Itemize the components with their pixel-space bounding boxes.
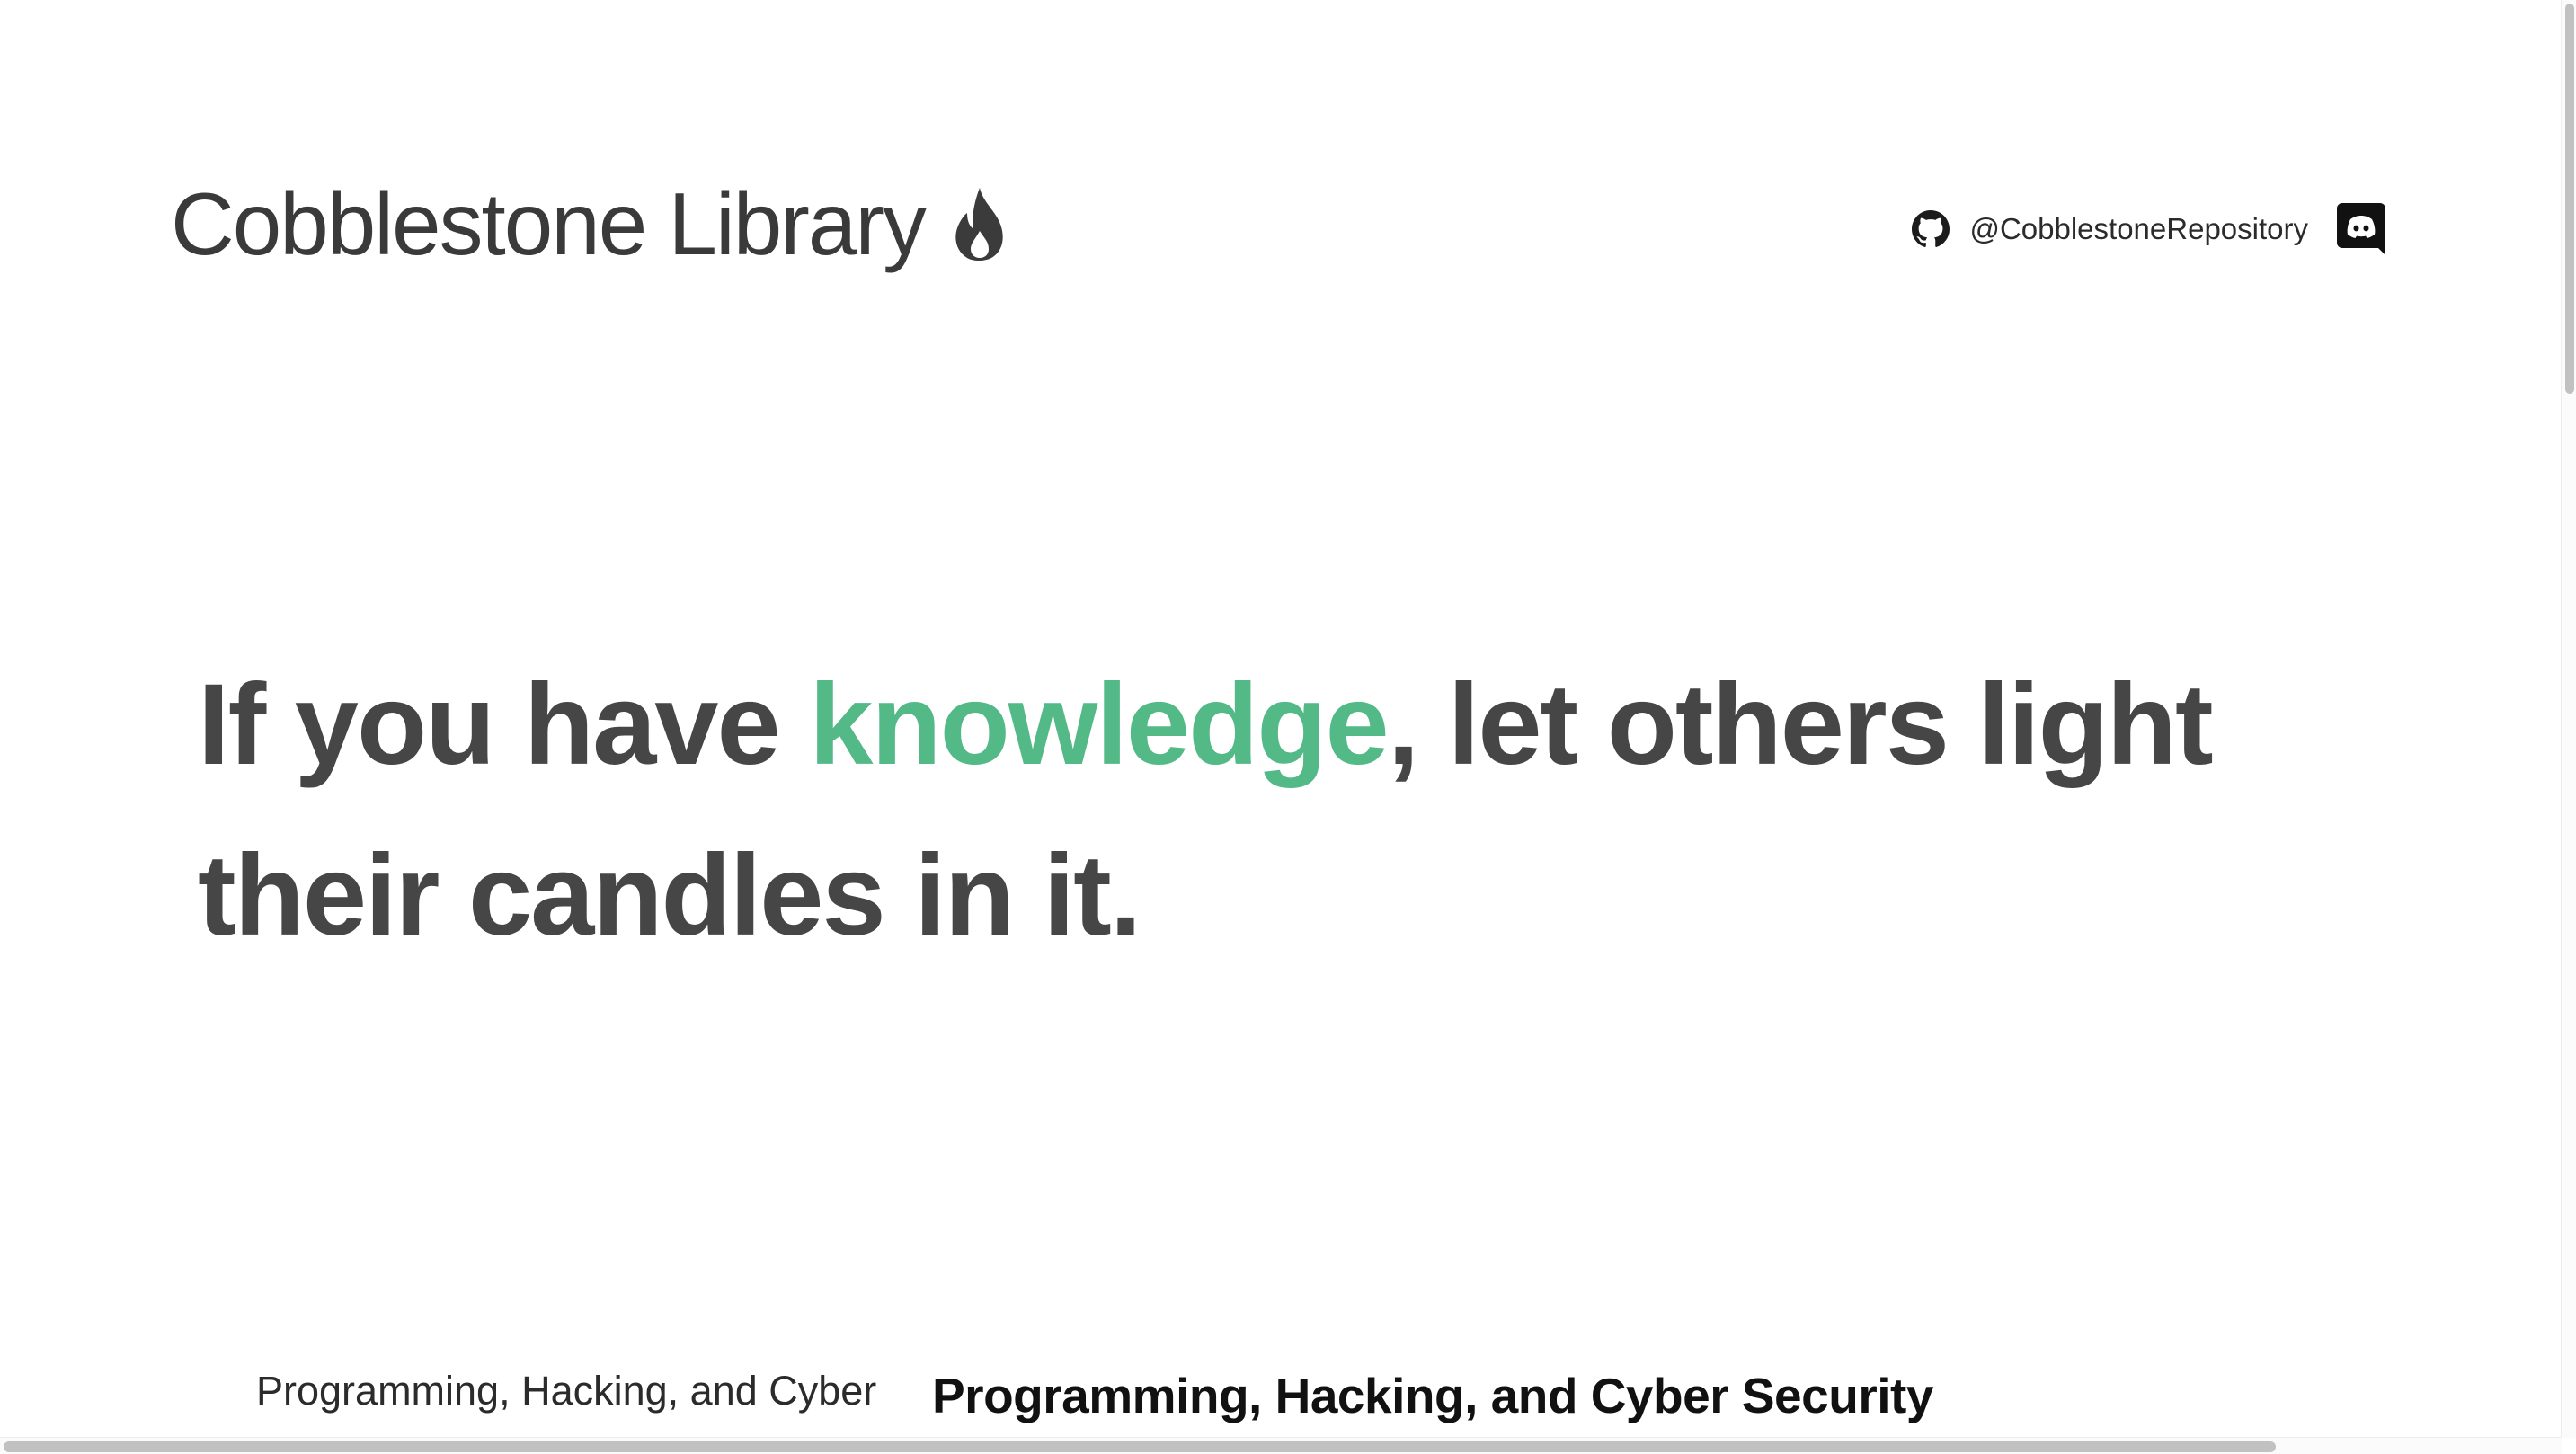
site-title[interactable]: Cobblestone Library — [171, 180, 1008, 268]
hero-quote-start: If you have — [198, 661, 810, 789]
github-icon — [1912, 210, 1950, 247]
horizontal-scrollbar[interactable] — [0, 1437, 2562, 1454]
vertical-scrollbar-thumb[interactable] — [2565, 4, 2574, 394]
github-link[interactable]: @CobblestoneRepository — [1912, 210, 2308, 248]
site-title-text[interactable]: Cobblestone Library — [171, 180, 927, 268]
flame-icon — [955, 188, 1003, 261]
vertical-scrollbar[interactable] — [2561, 0, 2576, 1438]
topic-heading: Programming, Hacking, and Cyber Security — [932, 1368, 1933, 1423]
github-handle[interactable]: @CobblestoneRepository — [1969, 212, 2308, 246]
social-links: @CobblestoneRepository — [1912, 203, 2385, 255]
hero-quote: If you have knowledge, let others light … — [198, 640, 2265, 981]
discord-icon[interactable] — [2337, 203, 2385, 255]
horizontal-scrollbar-thumb[interactable] — [4, 1441, 2276, 1452]
hero-quote-highlight: knowledge — [809, 661, 1389, 789]
topic-label-small[interactable]: Programming, Hacking, and Cyber — [256, 1368, 876, 1414]
